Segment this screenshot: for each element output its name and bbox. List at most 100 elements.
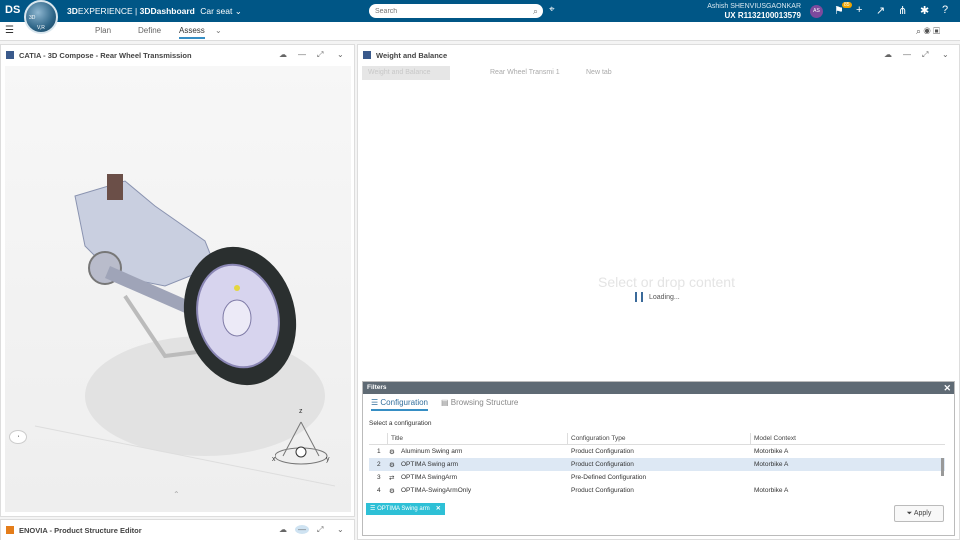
hamburger-menu-icon[interactable]: ☰ [5, 25, 14, 36]
maximize-icon[interactable]: ⤢ [317, 50, 323, 60]
table-header: Title Configuration Type Model Context [369, 433, 945, 445]
view-mode-icon[interactable]: ◔ [9, 430, 27, 444]
row-title: Aluminum Swing arm [401, 448, 463, 455]
row-model: Motorbike A [754, 461, 789, 468]
tab-define[interactable]: Define [138, 26, 161, 35]
tag-icon[interactable]: ⌖ [549, 4, 555, 15]
cloud-icon[interactable]: ☁ [279, 50, 287, 59]
search-icon[interactable]: ⌕ [533, 6, 538, 17]
app-name: 3DDashboard [139, 6, 195, 16]
remove-chip-icon[interactable]: ✕ [436, 506, 441, 512]
list-icon: ☰ [371, 398, 379, 407]
tab-new[interactable]: New tab [586, 66, 612, 80]
compass-widget[interactable]: 3D V,R [24, 0, 58, 34]
tab-weight-balance[interactable]: Weight and Balance [362, 66, 450, 80]
user-id: UX R1132100013579 [724, 11, 801, 20]
col-title[interactable]: Title [387, 433, 567, 445]
select-config-label: Select a configuration [369, 420, 432, 427]
3d-viewer[interactable]: ◔ z x y ⌃ [5, 66, 351, 512]
config-icon: ⚙ [389, 462, 395, 469]
filter-icon: ⏷ [906, 510, 913, 517]
cloud-icon[interactable]: ☁ [279, 525, 287, 534]
help-icon[interactable]: ? [942, 4, 948, 16]
row-title: OPTIMA-SwingArmOnly [401, 487, 472, 494]
chevron-down-icon[interactable]: ⌄ [337, 525, 344, 534]
top-bar: DS 3DEXPERIENCE | 3DDashboard Car seat ⌄… [0, 0, 960, 22]
tab-configuration[interactable]: ☰ Configuration [371, 398, 428, 411]
maximize-icon[interactable]: ⤢ [922, 50, 928, 60]
user-name: Ashish SHENVIUSGAONKAR [707, 3, 801, 10]
close-icon[interactable]: ✕ [943, 382, 951, 394]
table-row[interactable]: 4 ⚙ OPTIMA-SwingArmOnly Product Configur… [369, 484, 945, 497]
tab-plan[interactable]: Plan [95, 26, 111, 35]
search-input[interactable] [369, 4, 519, 18]
wb-tabs: Weight and Balance Rear Wheel Transmi 1 … [362, 64, 650, 82]
enovia-icon [6, 526, 14, 534]
tab-browsing-label: Browsing Structure [450, 398, 519, 407]
col-config-type[interactable]: Configuration Type [567, 433, 750, 445]
dashboard-tools[interactable]: ⌕ ◉ ▣ [916, 26, 940, 37]
chevron-down-icon: ⌄ [234, 6, 242, 16]
context-selector[interactable]: Car seat ⌄ [200, 6, 242, 16]
avatar[interactable]: AS [810, 5, 823, 18]
ds-logo-icon[interactable]: DS [5, 4, 20, 18]
navigation-triad[interactable]: z x y [272, 408, 337, 470]
compass-3d: 3D [29, 15, 36, 21]
catia-icon [6, 51, 14, 59]
config-table: Title Configuration Type Model Context 1… [369, 433, 945, 497]
tools-icon[interactable]: ✱ [920, 4, 929, 17]
table-row[interactable]: 3 ⇄ OPTIMA SwingArm Pre-Defined Configur… [369, 471, 945, 484]
config-icon: ⚙ [389, 488, 395, 495]
tab-browsing-structure[interactable]: ▤ Browsing Structure [441, 398, 518, 407]
network-icon[interactable]: ⋔ [898, 4, 907, 17]
user-info[interactable]: Ashish SHENVIUSGAONKAR UX R1132100013579 [705, 2, 801, 20]
tab-configuration-label: Configuration [380, 398, 428, 407]
minimize-icon[interactable]: — [295, 525, 309, 534]
row-model: Motorbike A [754, 487, 789, 494]
chevron-down-icon[interactable]: ⌄ [942, 50, 949, 59]
tab-assess[interactable]: Assess [179, 26, 205, 39]
add-icon[interactable]: + [856, 4, 862, 16]
row-title: OPTIMA Swing arm [401, 461, 459, 468]
expand-up-icon[interactable]: ⌃ [173, 490, 180, 499]
weight-balance-icon [363, 51, 371, 59]
share-icon[interactable]: ↗ [876, 4, 885, 17]
chevron-down-icon[interactable]: ⌄ [337, 50, 344, 59]
drop-hint: Select or drop content [598, 274, 735, 290]
table-row[interactable]: 2 ⚙ OPTIMA Swing arm Product Configurati… [369, 458, 945, 471]
apply-label: Apply [913, 510, 932, 517]
list-icon: ☰ [370, 506, 376, 512]
apply-button[interactable]: ⏷ Apply [894, 505, 944, 522]
col-model-context[interactable]: Model Context [750, 433, 940, 445]
row-type: Product Configuration [571, 487, 634, 494]
config-icon: ⚙ [389, 449, 395, 456]
row-type: Pre-Defined Configuration [571, 474, 647, 481]
table-row[interactable]: 1 ⚙ Aluminum Swing arm Product Configura… [369, 445, 945, 458]
loading-indicator: Loading... [635, 292, 680, 302]
context-label: Car seat [200, 6, 233, 16]
maximize-icon[interactable]: ⤢ [317, 525, 323, 535]
filters-title: Filters [367, 384, 387, 391]
row-number: 2 [377, 461, 381, 468]
predefined-icon: ⇄ [389, 475, 395, 482]
row-type: Product Configuration [571, 448, 634, 455]
bottom-panel-header: ENOVIA - Product Structure Editor ☁ — ⤢ … [1, 520, 354, 540]
compass-vr: V,R [37, 25, 45, 31]
structure-icon: ▤ [441, 398, 449, 407]
tab-rear-wheel[interactable]: Rear Wheel Transmi 1 [490, 66, 560, 80]
search-bar[interactable]: ⌕ [369, 4, 543, 18]
left-panel-title: CATIA - 3D Compose - Rear Wheel Transmis… [19, 51, 192, 60]
y-axis-label: y [326, 456, 330, 463]
scrollbar-thumb[interactable] [941, 458, 944, 476]
right-panel-header: Weight and Balance ☁ — ⤢ ⌄ [358, 45, 959, 65]
minimize-icon[interactable]: — [903, 50, 911, 59]
filters-header: Filters ✕ [363, 382, 954, 394]
dashboard-tabs: ☰ Plan Define Assess ⌄ ⌕ ◉ ▣ [0, 22, 960, 41]
tab-dropdown-icon[interactable]: ⌄ [215, 26, 222, 35]
cloud-icon[interactable]: ☁ [884, 50, 892, 59]
minimize-icon[interactable]: — [298, 50, 306, 59]
row-model: Motorbike A [754, 448, 789, 455]
chip-label: OPTIMA Swing arm [377, 506, 430, 512]
row-title: OPTIMA SwingArm [401, 474, 457, 481]
table-scrollbar[interactable] [941, 446, 945, 494]
